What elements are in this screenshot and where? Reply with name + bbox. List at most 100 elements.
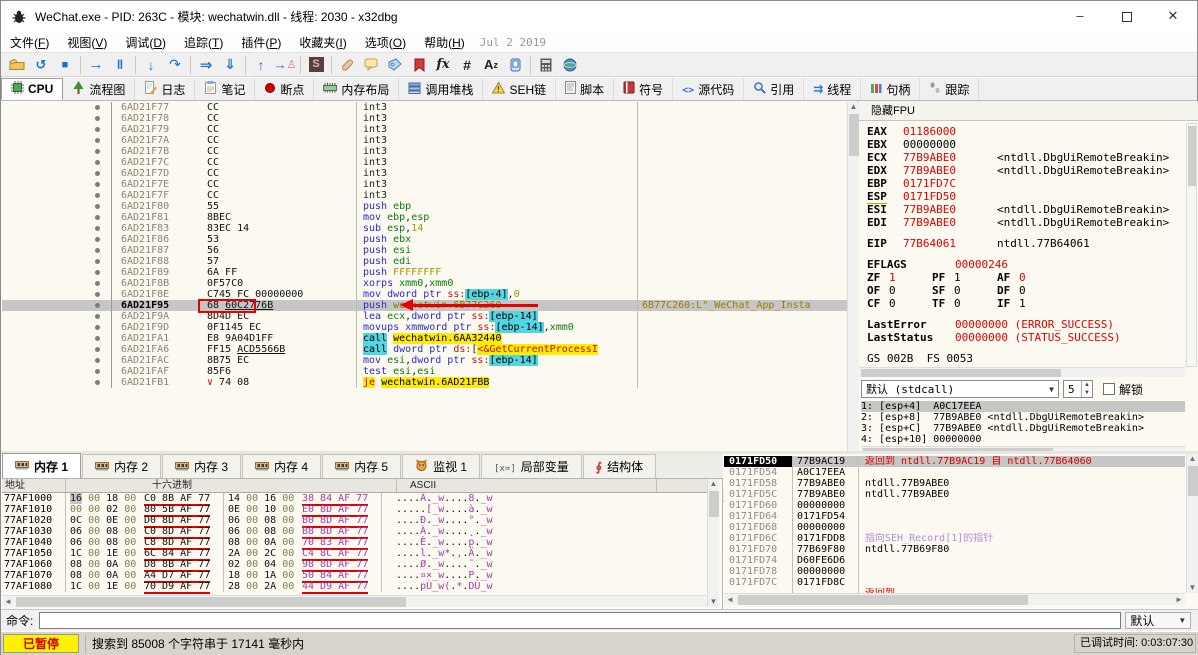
register-row[interactable]: ECX 77B9ABE0 <ntdll.DbgUiRemoteBreakin> bbox=[867, 151, 1185, 164]
stop-icon[interactable]: ■ bbox=[53, 54, 77, 75]
bookmark-icon[interactable] bbox=[407, 54, 431, 75]
breakpoint-column[interactable] bbox=[86, 223, 112, 234]
disasm-row[interactable]: 6AD21F89 6A FF push FFFFFFFF bbox=[2, 267, 847, 278]
breakpoint-column[interactable] bbox=[86, 201, 112, 212]
stack-row[interactable]: 0171FD5C 77B9ABE0 ntdll.77B9ABE0 bbox=[724, 489, 1185, 500]
menu-item-i[interactable]: 收藏夹(I) bbox=[290, 32, 355, 53]
stack-horizontal-scrollbar[interactable]: ◄ ► bbox=[724, 593, 1185, 605]
breakpoint-column[interactable] bbox=[86, 190, 112, 201]
stack-row[interactable]: 0171FD70 77B69F80 ntdll.77B69F80 bbox=[724, 544, 1185, 555]
stack-vertical-scrollbar[interactable]: ▲ ▼ bbox=[1186, 454, 1198, 593]
breakpoint-column[interactable] bbox=[86, 168, 112, 179]
tab-graph[interactable]: 流程图 bbox=[63, 78, 136, 100]
scroll-up-arrow[interactable]: ▲ bbox=[848, 102, 859, 112]
stack-row[interactable]: 0171FD6C 0171FDD8 指向SEH_Record[1]的指针 bbox=[724, 533, 1185, 544]
minimize-button[interactable]: – bbox=[1057, 1, 1103, 31]
breakpoint-column[interactable] bbox=[86, 102, 112, 113]
command-mode-select[interactable]: 默认 ▼ bbox=[1125, 612, 1192, 629]
scroll-thumb[interactable] bbox=[738, 595, 1028, 605]
breakpoint-column[interactable] bbox=[86, 366, 112, 377]
stack-row[interactable]: 0171FD64 0171FD54 bbox=[724, 511, 1185, 522]
dump-row[interactable]: 77AF1040 06 00 08 00 C8 8D AF 77 08 00 0A … bbox=[2, 537, 707, 550]
breakpoint-column[interactable] bbox=[86, 157, 112, 168]
register-row[interactable]: EAX 01186000 bbox=[867, 125, 1185, 138]
stack-row[interactable]: 0171FD58 77B9ABE0 ntdll.77B9ABE0 bbox=[724, 478, 1185, 489]
tab-symbols[interactable]: 符号 bbox=[614, 78, 674, 100]
stack-row[interactable]: 0171FD7C 0171FD8C bbox=[724, 577, 1185, 588]
disasm-row[interactable]: 6AD21FAF 85F6 test esi,esi bbox=[2, 366, 847, 377]
dump-row[interactable]: 77AF1010 00 00 02 00 80 5B AF 77 0E 00 10 … bbox=[2, 504, 707, 517]
disasm-row[interactable]: 6AD21F86 53 push ebx bbox=[2, 234, 847, 245]
register-row[interactable]: EDX 77B9ABE0 <ntdll.DbgUiRemoteBreakin> bbox=[867, 164, 1185, 177]
breakpoint-column[interactable] bbox=[86, 267, 112, 278]
disasm-row[interactable]: 6AD21F77 CC int3 bbox=[2, 102, 847, 113]
breakpoint-column[interactable] bbox=[86, 179, 112, 190]
menu-item-t[interactable]: 追踪(T) bbox=[175, 32, 232, 53]
disasm-row[interactable]: 6AD21FA6 FF15 ACD5566B call dword ptr ds:[… bbox=[2, 344, 847, 355]
execute-till-return-icon[interactable]: ↑ bbox=[249, 54, 273, 75]
stack-row[interactable]: 0171FD78 00000000 bbox=[724, 566, 1185, 577]
breakpoint-column[interactable] bbox=[86, 146, 112, 157]
calling-convention-select[interactable]: 默认 (stdcall) ▼ bbox=[861, 380, 1059, 398]
stack-row[interactable]: 0171FD68 00000000 bbox=[724, 522, 1185, 533]
argument-row[interactable]: 4: [esp+10] 00000000 bbox=[861, 434, 1185, 445]
disasm-row[interactable]: 6AD21F9D 0F1145 EC movups xmmword ptr ss:[… bbox=[2, 322, 847, 333]
register-row[interactable]: LastError 00000000 (ERROR_SUCCESS) bbox=[867, 318, 1185, 331]
register-row[interactable]: EIP 77B64061 ntdll.77B64061 bbox=[867, 237, 1185, 250]
maximize-button[interactable] bbox=[1104, 1, 1150, 31]
registers-horizontal-scrollbar[interactable] bbox=[859, 367, 1185, 377]
disasm-row[interactable]: 6AD21F7B CC int3 bbox=[2, 146, 847, 157]
breakpoint-column[interactable] bbox=[86, 300, 112, 311]
dump-row[interactable]: 77AF1000 16 00 18 00 C0 8B AF 77 14 00 16 … bbox=[2, 493, 707, 506]
dump-tab-ram[interactable]: 内存 4 bbox=[242, 454, 322, 478]
scroll-left-arrow[interactable]: ◄ bbox=[2, 596, 14, 608]
hash-icon[interactable]: # bbox=[455, 54, 479, 75]
register-row[interactable]: LastStatus 00000000 (STATUS_SUCCESS) bbox=[867, 331, 1185, 344]
disasm-row[interactable]: 6AD21F83 83EC 14 sub esp,14 bbox=[2, 223, 847, 234]
dump-tab-struct[interactable]: ∮ 结构体 bbox=[582, 454, 657, 478]
dump-tab-locals[interactable]: [x=] 局部变量 bbox=[481, 454, 582, 478]
tab-source[interactable]: <> 源代码 bbox=[673, 78, 745, 100]
stack-row[interactable]: 0171FD74 D60FE6D6 bbox=[724, 555, 1185, 566]
disasm-row[interactable]: 6AD21FB1 ∨ 74 08 je wechatwin.6AD21FBB bbox=[2, 377, 847, 388]
disasm-row[interactable]: 6AD21FA1 E8 9A04D1FF call wechatwin.6AA324… bbox=[2, 333, 847, 344]
dump-row[interactable]: 77AF1030 06 00 08 00 C0 8D AF 77 06 00 08 … bbox=[2, 526, 707, 539]
open-file-icon[interactable] bbox=[5, 54, 29, 75]
disasm-row[interactable]: 6AD21F79 CC int3 bbox=[2, 124, 847, 135]
stack-row[interactable]: 0171FD60 00000000 bbox=[724, 500, 1185, 511]
disasm-row[interactable]: 6AD21F7F CC int3 bbox=[2, 190, 847, 201]
s-badge-icon[interactable]: S bbox=[304, 54, 328, 75]
column-header[interactable]: 地址 bbox=[2, 479, 66, 492]
scroll-left-arrow[interactable]: ◄ bbox=[724, 594, 736, 606]
tab-trace[interactable]: 跟踪 bbox=[920, 78, 980, 100]
dump-row[interactable]: 77AF1080 1C 00 1E 00 70 D9 AF 77 28 00 2A … bbox=[2, 581, 707, 594]
scroll-thumb[interactable] bbox=[1188, 466, 1198, 496]
disasm-row[interactable]: 6AD21F81 8BEC mov ebp,esp bbox=[2, 212, 847, 223]
breakpoint-column[interactable] bbox=[86, 289, 112, 300]
scroll-right-arrow[interactable]: ► bbox=[1173, 594, 1185, 606]
menu-item-v[interactable]: 视图(V) bbox=[58, 32, 116, 53]
globe-icon[interactable] bbox=[558, 54, 582, 75]
breakpoint-column[interactable] bbox=[86, 113, 112, 124]
disasm-row[interactable]: 6AD21F7C CC int3 bbox=[2, 157, 847, 168]
calculator-icon[interactable] bbox=[534, 54, 558, 75]
breakpoint-column[interactable] bbox=[86, 278, 112, 289]
register-row[interactable]: ESP 0171FD50 bbox=[867, 190, 1185, 204]
argument-row[interactable]: 1: [esp+4] A0C17EEA bbox=[861, 401, 1185, 412]
scroll-thumb[interactable] bbox=[1188, 126, 1196, 186]
scroll-up-arrow[interactable]: ▲ bbox=[1187, 454, 1198, 464]
tab-callstack[interactable]: 调用堆栈 bbox=[399, 78, 484, 100]
tab-threads[interactable]: ⇉ 线程 bbox=[804, 78, 862, 100]
run-icon[interactable]: → bbox=[84, 54, 108, 75]
comment-icon[interactable] bbox=[359, 54, 383, 75]
trace-into-icon[interactable]: ⇒ bbox=[194, 54, 218, 75]
dump-tab-ram[interactable]: 内存 3 bbox=[162, 454, 242, 478]
dump-row[interactable]: 77AF1050 1C 00 1E 00 6C 84 AF 77 2A 00 2C … bbox=[2, 548, 707, 561]
breakpoint-column[interactable] bbox=[86, 124, 112, 135]
disasm-row[interactable]: 6AD21F7D CC int3 bbox=[2, 168, 847, 179]
breakpoint-column[interactable] bbox=[86, 377, 112, 388]
step-over-icon[interactable]: ↷ bbox=[163, 54, 187, 75]
argument-row[interactable]: 2: [esp+8] 77B9ABE0 <ntdll.DbgUiRemoteBr… bbox=[861, 412, 1185, 423]
breakpoint-column[interactable] bbox=[86, 256, 112, 267]
unlock-checkbox[interactable] bbox=[1103, 383, 1115, 395]
